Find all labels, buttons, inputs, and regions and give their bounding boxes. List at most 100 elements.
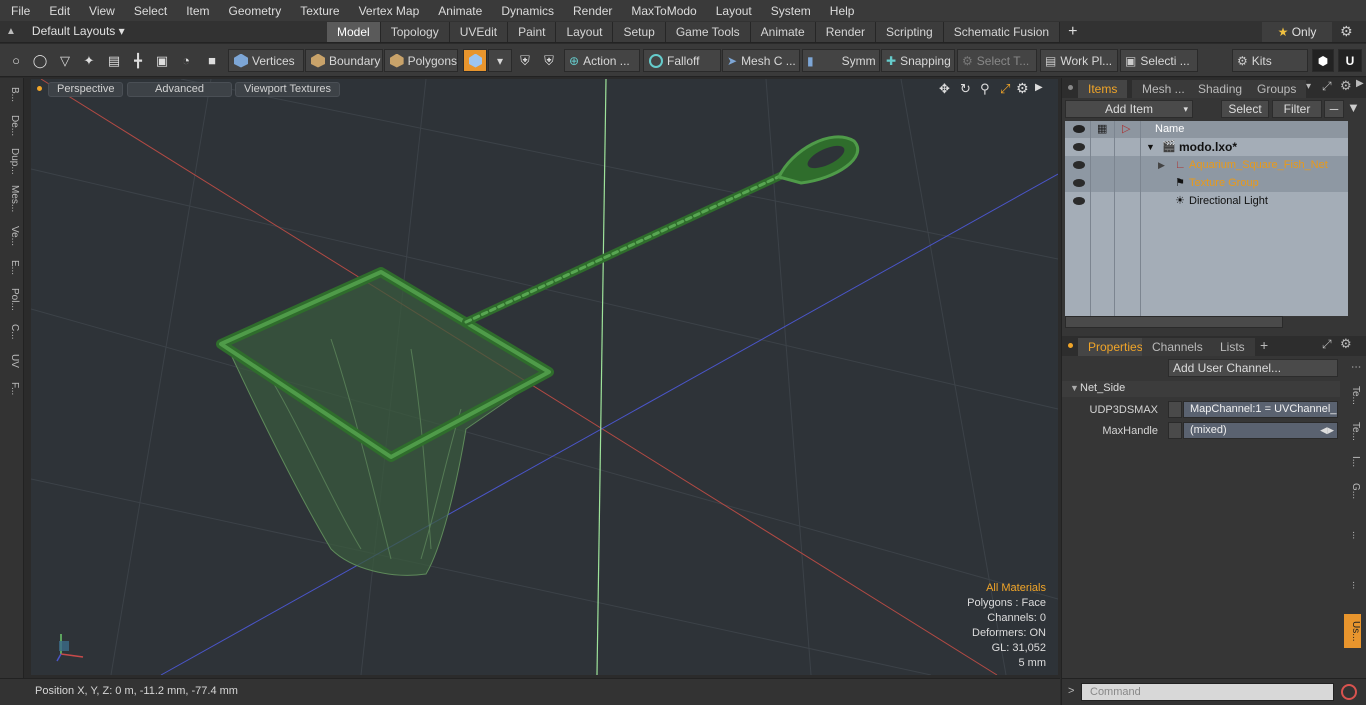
left-tab-basic[interactable]: B... [3,84,20,106]
item-row-texture-group[interactable]: ⚑ Texture Group [1065,174,1348,192]
perspective-button[interactable]: Perspective [48,82,124,97]
tab-layout[interactable]: Layout [556,22,614,42]
item-icon[interactable]: ◔ [176,50,196,71]
maxhandle-field[interactable]: (mixed) ◀▶ [1183,422,1338,439]
record-icon[interactable] [1341,684,1357,700]
menu-item[interactable]: Item [175,4,217,18]
left-tab-curve[interactable]: C... [3,320,20,344]
mode-dropdown[interactable]: ▾ [488,49,512,72]
menu-help[interactable]: Help [819,4,863,18]
panel-gear-icon[interactable]: ⚙ [1340,78,1352,94]
left-tab-mesh-edit[interactable]: Mes... [3,182,20,216]
menu-view[interactable]: View [78,4,123,18]
eye-icon[interactable] [1073,161,1085,169]
side-tab-user[interactable]: Us... [1344,614,1361,648]
symmetry-shield-icon[interactable]: ⛨ [515,50,535,71]
fit-view-icon[interactable]: ⤢ [1000,81,1010,97]
left-tab-uv[interactable]: UV [3,350,20,372]
maxhandle-key-toggle[interactable] [1168,422,1182,439]
left-tab-fusion[interactable]: F... [3,376,20,402]
tab-mesh[interactable]: Mesh ... [1132,80,1195,98]
tab-groups[interactable]: Groups [1247,80,1307,98]
item-row-scene[interactable]: ▼ 🎬 modo.lxo* [1065,138,1348,156]
item-row-mesh[interactable]: ▶ ∟ Aquarium_Square_Fish_Net [1065,156,1348,174]
selection-sets-button[interactable]: ▣ Selecti ... [1120,49,1198,72]
net-side-group[interactable]: ▼ Net_Side [1062,381,1340,397]
panel-menu-dot-icon[interactable] [1068,85,1073,90]
gear-icon[interactable]: ⚙ [1340,23,1353,40]
left-tab-deform[interactable]: De... [3,112,20,140]
modo-cube-button[interactable]: ⬢ [1312,49,1334,72]
default-layouts-dropdown[interactable]: Default Layouts ▾ [32,24,125,38]
menu-vertex-map[interactable]: Vertex Map [348,4,428,18]
menu-layout[interactable]: Layout [705,4,760,18]
layout-expand-icon[interactable]: ▲ [6,26,16,37]
eye-icon[interactable] [1073,179,1085,187]
menu-render[interactable]: Render [562,4,620,18]
side-tab-dots1[interactable]: ... [1344,528,1361,542]
collapse-icon[interactable]: ─ [1324,100,1344,118]
panel-expand-icon[interactable]: ⤢ [1322,79,1332,94]
item-row-light[interactable]: ☀ Directional Light [1065,192,1348,210]
boundary-button[interactable]: Boundary [305,49,383,72]
add-item-button[interactable]: Add Item ▾ [1065,100,1193,118]
add-tab-icon[interactable]: + [1260,337,1268,353]
collapse-arrow-icon[interactable]: ▼ [1070,383,1079,393]
select-button[interactable]: Select [1221,100,1269,118]
side-tab-i[interactable]: I... [1344,450,1361,474]
brush-icon[interactable]: ✦ [79,50,99,71]
align-icon[interactable]: ▤ [104,50,124,71]
menu-geometry[interactable]: Geometry [218,4,290,18]
only-button[interactable]: ★ Only [1262,22,1332,42]
properties-gear-icon[interactable]: ⚙ [1340,336,1352,352]
snapping-button[interactable]: ✚ Snapping [881,49,955,72]
add-user-channel-button[interactable]: Add User Channel... [1168,359,1338,377]
udp-field[interactable]: MapChannel:1 = UVChannel_ [1183,401,1338,418]
command-input[interactable]: Command [1081,683,1334,701]
tab-game-tools[interactable]: Game Tools [665,22,751,42]
move-view-icon[interactable]: ✥ [939,81,950,97]
filter-button[interactable]: Filter [1272,100,1322,118]
left-tab-vertex[interactable]: Ve... [3,222,20,250]
tabs-dropdown-icon[interactable]: ▾ [1306,81,1311,92]
add-tab-icon[interactable]: + [1060,22,1085,42]
menu-system[interactable]: System [760,4,819,18]
symmetry-button[interactable]: ▮ Symm ... [802,49,880,72]
udp-key-toggle[interactable] [1168,401,1182,418]
tab-topology[interactable]: Topology [380,22,450,42]
action-center-button[interactable]: ⊕ Action ... [564,49,640,72]
viewport-textures-button[interactable]: Viewport Textures [235,82,341,97]
pen-icon[interactable]: ▽ [55,50,75,71]
viewport-expand-icon[interactable]: ▶ [1035,82,1043,93]
tab-paint[interactable]: Paint [508,22,557,42]
side-menu-icon[interactable]: ⋮ [1344,360,1361,374]
slider-handle-icon[interactable]: ◀▶ [1320,423,1334,438]
circle-select-icon[interactable]: ○ [6,50,26,71]
tab-setup[interactable]: Setup [613,22,666,42]
select-through-button[interactable]: ⚙ Select T... [957,49,1037,72]
left-tab-edge[interactable]: E... [3,256,20,280]
element-icon[interactable]: ▣ [152,50,172,71]
center-icon[interactable]: ╋ [128,50,148,71]
expand-arrow-icon[interactable]: ▼ [1146,138,1155,156]
tab-channels[interactable]: Channels [1142,338,1213,356]
tab-lists[interactable]: Lists [1210,338,1255,356]
tab-shading[interactable]: Shading [1188,80,1253,98]
tab-render[interactable]: Render [815,22,877,42]
properties-expand-icon[interactable]: ⤢ [1322,337,1332,352]
material-mode-button[interactable] [463,49,487,72]
menu-dynamics[interactable]: Dynamics [490,4,562,18]
vertices-button[interactable]: Vertices [228,49,304,72]
unreal-button[interactable]: U [1338,49,1362,72]
tab-model[interactable]: Model [327,22,381,42]
menu-animate[interactable]: Animate [427,4,490,18]
left-tab-polygon[interactable]: Pol... [3,284,20,314]
eye-icon[interactable] [1073,197,1085,205]
menu-edit[interactable]: Edit [38,4,78,18]
cube-icon[interactable]: ■ [202,50,222,71]
globe-icon[interactable]: ◯ [30,50,50,71]
viewport-settings-icon[interactable]: ⚙ [1016,80,1029,97]
mesh-constraint-button[interactable]: ➤ Mesh C ... [722,49,800,72]
side-tab-te2[interactable]: Te... [1344,416,1361,446]
shield-icon[interactable]: ⛨ [539,50,559,71]
